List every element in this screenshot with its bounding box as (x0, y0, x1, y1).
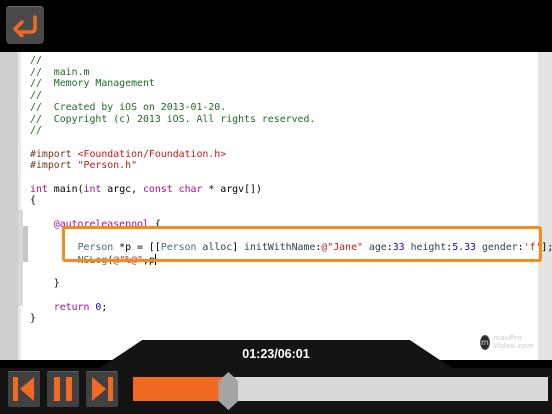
skip-forward-icon (92, 377, 113, 401)
player-controls (0, 368, 552, 414)
time-display: 01:23/06:01 (0, 340, 552, 368)
skip-forward-button[interactable] (86, 371, 118, 407)
code-highlight-box (62, 226, 542, 262)
top-bar (0, 0, 552, 52)
line-gutter (0, 52, 18, 360)
source-code[interactable]: // // main.m // Memory Management // // … (30, 55, 552, 325)
seek-bar[interactable] (133, 372, 548, 410)
back-arrow-icon (13, 15, 37, 37)
playback-time: 01:23/06:01 (242, 347, 310, 361)
back-button[interactable] (6, 6, 44, 44)
pause-button[interactable] (47, 371, 79, 407)
fold-ribbon-inner[interactable] (23, 226, 28, 262)
fold-gutter (18, 52, 21, 360)
pause-icon (54, 377, 72, 401)
skip-back-button[interactable] (8, 371, 40, 407)
seek-progress (133, 377, 229, 401)
code-editor: // // main.m // Memory Management // // … (0, 52, 552, 360)
skip-back-icon (13, 377, 34, 401)
